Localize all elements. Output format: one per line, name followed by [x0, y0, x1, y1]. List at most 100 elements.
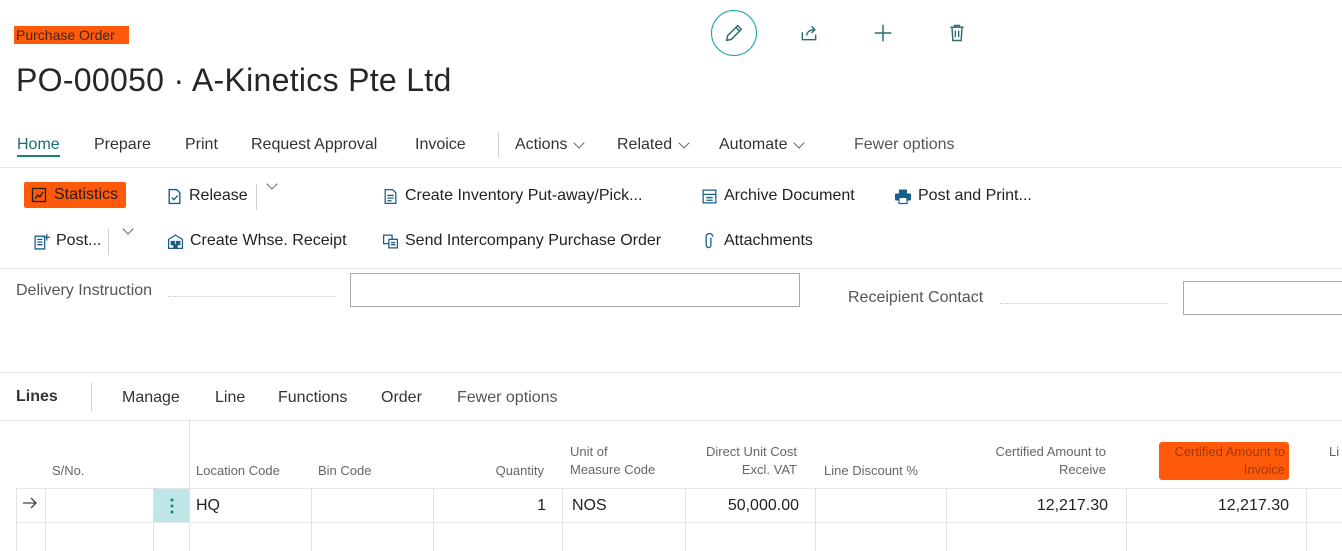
- cell-quantity[interactable]: 1: [440, 497, 546, 515]
- menu-actions-label: Actions: [515, 136, 568, 153]
- new-button[interactable]: [870, 20, 896, 46]
- archive-document-label: Archive Document: [724, 187, 855, 204]
- col-header-quantity[interactable]: Quantity: [440, 462, 544, 480]
- release-button[interactable]: Release: [165, 187, 248, 205]
- col-header-location-code[interactable]: Location Code: [196, 462, 280, 480]
- tab-prepare[interactable]: Prepare: [94, 136, 151, 154]
- fewer-options-button[interactable]: Fewer options: [854, 136, 955, 154]
- delivery-instruction-input[interactable]: [350, 273, 800, 307]
- grid-line: [16, 488, 17, 551]
- menu-actions[interactable]: Actions: [515, 136, 586, 154]
- more-vertical-icon: [170, 498, 173, 513]
- col-header-cai-line2: Invoice: [1243, 462, 1285, 477]
- col-header-line-discount[interactable]: Line Discount %: [824, 462, 918, 480]
- col-header-certified-invoice[interactable]: Certified Amount to Invoice: [1159, 442, 1289, 480]
- trash-icon: [950, 24, 964, 42]
- statistics-label: Statistics: [54, 186, 119, 203]
- page-title: PO-00050 · A-Kinetics Pte Ltd: [16, 62, 452, 98]
- menu-separator: [498, 132, 499, 158]
- split-separator: [256, 184, 257, 210]
- lines-separator: [91, 383, 92, 411]
- post-icon: [32, 232, 50, 250]
- attachments-button[interactable]: Attachments: [700, 232, 813, 250]
- post-button[interactable]: Post...: [32, 232, 101, 250]
- lines-menu-manage[interactable]: Manage: [122, 389, 180, 407]
- tab-request-approval[interactable]: Request Approval: [251, 136, 377, 154]
- post-dropdown[interactable]: [121, 223, 134, 235]
- cell-certified-receive[interactable]: 12,217.30: [955, 497, 1108, 515]
- col-header-duc-line1: Direct Unit Cost: [705, 444, 797, 459]
- send-intercompany-label: Send Intercompany Purchase Order: [405, 232, 662, 249]
- plus-icon: [874, 24, 892, 42]
- col-header-certified-receive[interactable]: Certified Amount to Receive: [955, 443, 1106, 479]
- lines-menu-order[interactable]: Order: [381, 389, 422, 407]
- tab-home[interactable]: Home: [17, 136, 60, 157]
- grid-header-border: [16, 488, 1342, 489]
- release-dropdown[interactable]: [265, 178, 278, 190]
- archive-icon: [700, 187, 718, 205]
- col-header-car-line1: Certified Amount to: [995, 444, 1106, 459]
- create-inventory-button[interactable]: Create Inventory Put-away/Pick...: [381, 187, 642, 205]
- leader-dots: [168, 296, 336, 297]
- cell-certified-invoice[interactable]: 12,217.30: [1135, 497, 1289, 515]
- chevron-down-icon: [122, 223, 134, 235]
- divider: [0, 372, 1342, 373]
- grid-line: [45, 488, 46, 551]
- send-intercompany-button[interactable]: Send Intercompany Purchase Order: [381, 232, 661, 250]
- lines-menu-line[interactable]: Line: [215, 389, 245, 407]
- archive-document-button[interactable]: Archive Document: [700, 187, 855, 205]
- menu-related[interactable]: Related: [617, 136, 690, 154]
- recipient-contact-label: Receipient Contact: [848, 289, 984, 306]
- row-indicator-arrow-icon: [22, 496, 38, 515]
- share-button[interactable]: [796, 20, 822, 46]
- post-label: Post...: [56, 232, 102, 249]
- create-whse-receipt-label: Create Whse. Receipt: [190, 232, 347, 249]
- menu-automate[interactable]: Automate: [719, 136, 806, 154]
- statistics-button[interactable]: Statistics: [24, 182, 127, 208]
- grid-line: [562, 488, 563, 551]
- grid-line: [189, 420, 190, 551]
- release-icon: [165, 187, 183, 205]
- split-separator: [108, 229, 109, 255]
- col-header-uom[interactable]: Unit of Measure Code: [570, 443, 655, 479]
- tab-print[interactable]: Print: [185, 136, 218, 154]
- cell-location-code[interactable]: HQ: [196, 497, 220, 515]
- lines-title: Lines: [16, 388, 58, 405]
- col-header-direct-unit-cost[interactable]: Direct Unit Cost Excl. VAT: [690, 443, 797, 479]
- col-header-uom-line2: Measure Code: [570, 462, 656, 477]
- post-and-print-button[interactable]: Post and Print...: [894, 187, 1032, 205]
- lines-menu-functions[interactable]: Functions: [278, 389, 347, 407]
- grid-row-border: [16, 522, 1342, 523]
- create-whse-receipt-button[interactable]: Create Whse. Receipt: [166, 232, 347, 250]
- pencil-icon: [725, 24, 743, 42]
- tab-invoice[interactable]: Invoice: [415, 136, 466, 154]
- cell-direct-unit-cost[interactable]: 50,000.00: [690, 497, 799, 515]
- leader-dots: [1000, 303, 1168, 304]
- col-header-sno[interactable]: S/No.: [52, 462, 85, 480]
- post-and-print-label: Post and Print...: [918, 187, 1032, 204]
- cell-uom[interactable]: NOS: [572, 497, 607, 515]
- delete-button[interactable]: [944, 20, 970, 46]
- grid-line: [1126, 488, 1127, 551]
- share-icon: [801, 25, 817, 41]
- paperclip-icon: [700, 232, 718, 250]
- grid-line: [946, 488, 947, 551]
- warehouse-icon: [166, 232, 184, 250]
- divider: [0, 268, 1342, 269]
- col-header-next[interactable]: Li: [1329, 443, 1339, 461]
- delivery-instruction-label: Delivery Instruction: [16, 282, 153, 299]
- grid-line: [685, 488, 686, 551]
- chevron-down-icon: [678, 136, 690, 149]
- intercompany-icon: [381, 232, 399, 250]
- menu-related-label: Related: [617, 136, 673, 153]
- menu-automate-label: Automate: [719, 136, 788, 153]
- printer-icon: [894, 187, 912, 205]
- statistics-icon: [30, 186, 48, 204]
- row-actions-button[interactable]: [154, 489, 189, 522]
- divider: [0, 420, 1342, 421]
- col-header-bin-code[interactable]: Bin Code: [318, 462, 371, 480]
- lines-fewer-options-button[interactable]: Fewer options: [457, 389, 558, 407]
- edit-button[interactable]: [711, 10, 757, 56]
- recipient-contact-input[interactable]: [1183, 281, 1342, 315]
- grid-line: [815, 488, 816, 551]
